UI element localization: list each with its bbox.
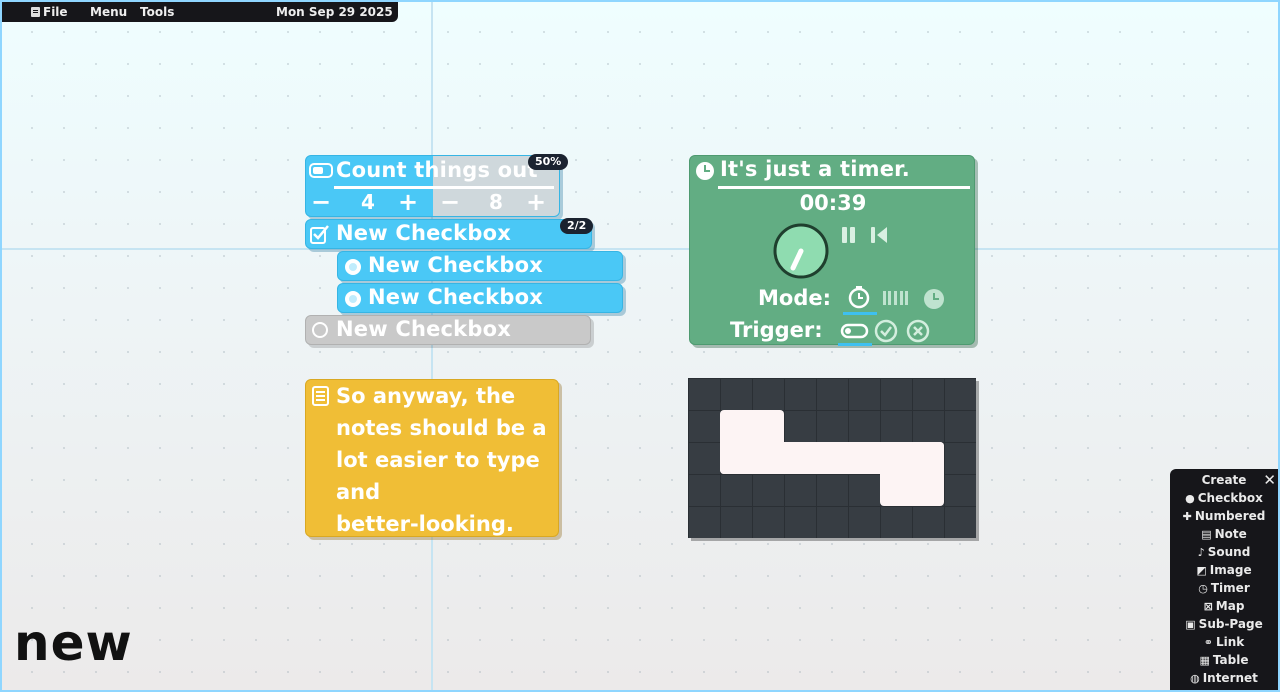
- page-name: new: [14, 614, 133, 672]
- file-menu-label: File: [43, 5, 68, 19]
- file-menu[interactable]: File: [31, 5, 68, 19]
- counter-controls: − 4 + − 8 +: [306, 188, 559, 216]
- left-increment-button[interactable]: +: [398, 188, 418, 216]
- progress-badge: 50%: [528, 154, 569, 170]
- timer-underline: [718, 186, 970, 189]
- mode-selected-indicator: [843, 312, 877, 315]
- origin-axis-horizontal: [0, 248, 1280, 250]
- left-decrement-button[interactable]: −: [311, 188, 331, 216]
- checkbox-item[interactable]: New Checkbox: [337, 283, 623, 313]
- stopwatch-mode-icon[interactable]: [847, 285, 871, 309]
- create-map-item[interactable]: ⊠ Map: [1170, 599, 1278, 614]
- counter-card[interactable]: Count things out − 4 + − 8 +: [305, 155, 560, 217]
- create-item-label: Checkbox: [1197, 491, 1263, 505]
- image-icon: ◩: [1196, 564, 1207, 577]
- right-decrement-button[interactable]: −: [440, 188, 460, 216]
- date-display: Mon Sep 29 2025: [276, 5, 393, 19]
- interval-mode-icon[interactable]: [882, 289, 912, 307]
- checked-circle-icon[interactable]: [345, 259, 361, 275]
- create-image-item[interactable]: ◩ Image: [1170, 563, 1278, 578]
- plus-icon: ✚: [1182, 510, 1192, 523]
- create-panel: Create ✕ ● Checkbox ✚ Numbered ▤ Note ♪ Soun…: [1170, 469, 1280, 692]
- timer-time-display: 00:39: [799, 191, 867, 215]
- link-icon: ⚭: [1203, 636, 1213, 649]
- map-tile: [880, 442, 944, 506]
- note-icon: ▤: [1201, 528, 1212, 541]
- pause-icon[interactable]: [840, 226, 858, 244]
- counter-title[interactable]: Count things out: [336, 158, 538, 182]
- create-link-item[interactable]: ⚭ Link: [1170, 635, 1278, 650]
- note-line: So anyway, the: [336, 384, 516, 408]
- create-subpage-item[interactable]: ▣ Sub-Page: [1170, 617, 1278, 632]
- timer-title[interactable]: It's just a timer.: [720, 157, 910, 181]
- checkbox-unchecked[interactable]: New Checkbox: [305, 315, 591, 345]
- create-table-item[interactable]: ▦ Table: [1170, 653, 1278, 668]
- create-item-label: Internet: [1202, 671, 1258, 685]
- clock-mode-icon[interactable]: [922, 287, 946, 311]
- trigger-selected-indicator: [838, 343, 872, 346]
- mode-label: Mode:: [758, 286, 831, 310]
- create-item-label: Note: [1214, 527, 1247, 541]
- checkbox-item-label[interactable]: New Checkbox: [368, 285, 543, 309]
- checkbox-count-badge: 2/2: [560, 218, 594, 234]
- create-item-label: Link: [1215, 635, 1245, 649]
- right-increment-button[interactable]: +: [526, 188, 546, 216]
- reset-icon[interactable]: [870, 226, 890, 244]
- create-sound-item[interactable]: ♪ Sound: [1170, 545, 1278, 560]
- map-icon: ⊠: [1203, 600, 1213, 613]
- music-note-icon: ♪: [1197, 546, 1205, 559]
- close-icon[interactable]: ✕: [1263, 471, 1276, 489]
- create-item-label: Timer: [1210, 581, 1250, 595]
- create-panel-title: Create: [1201, 473, 1247, 487]
- note-line: better-looking.: [336, 512, 514, 536]
- counter-icon: [309, 163, 333, 178]
- note-line: and: [336, 480, 381, 504]
- note-card[interactable]: So anyway, the notes should be a lot eas…: [305, 379, 559, 537]
- create-item-label: Numbered: [1194, 509, 1266, 523]
- note-line: lot easier to type: [336, 448, 540, 472]
- subpage-icon: ▣: [1185, 618, 1196, 631]
- create-numbered-item[interactable]: ✚ Numbered: [1170, 509, 1278, 524]
- note-icon: [312, 386, 329, 406]
- trigger-label: Trigger:: [730, 318, 823, 342]
- checkbox-item-label[interactable]: New Checkbox: [368, 253, 543, 277]
- origin-axis-vertical: [431, 0, 433, 692]
- map-card[interactable]: [688, 378, 976, 538]
- top-menubar: File Menu Tools Mon Sep 29 2025: [2, 2, 398, 22]
- create-item-label: Table: [1212, 653, 1249, 667]
- right-count-value: 8: [489, 190, 503, 214]
- create-internet-item[interactable]: ◍ Internet: [1170, 671, 1278, 686]
- checkbox-unchecked-label[interactable]: New Checkbox: [336, 317, 511, 341]
- checklist-icon: [310, 225, 329, 244]
- checkbox-item[interactable]: New Checkbox: [337, 251, 623, 281]
- timer-dial-knob[interactable]: [772, 222, 830, 280]
- cancel-trigger-icon[interactable]: [906, 319, 930, 343]
- unchecked-circle-icon[interactable]: [312, 322, 328, 338]
- create-note-item[interactable]: ▤ Note: [1170, 527, 1278, 542]
- file-icon: [31, 7, 40, 17]
- left-count-value: 4: [361, 190, 375, 214]
- create-item-label: Sound: [1207, 545, 1251, 559]
- note-line: notes should be a: [336, 416, 547, 440]
- tools-menu[interactable]: Tools: [140, 5, 174, 19]
- note-text[interactable]: So anyway, the notes should be a lot eas…: [336, 380, 547, 540]
- table-icon: ▦: [1199, 654, 1210, 667]
- globe-icon: ◍: [1190, 672, 1200, 685]
- create-item-label: Map: [1215, 599, 1245, 613]
- clock-icon: ◷: [1198, 582, 1208, 595]
- checked-circle-icon[interactable]: [345, 291, 361, 307]
- circle-icon: ●: [1185, 492, 1195, 505]
- menu-menu[interactable]: Menu: [90, 5, 127, 19]
- canvas-background: [0, 0, 1280, 692]
- check-trigger-icon[interactable]: [874, 319, 898, 343]
- create-item-label: Sub-Page: [1198, 617, 1263, 631]
- clock-icon: [696, 162, 714, 180]
- timer-card[interactable]: It's just a timer. 00:39 Mode: Trigger:: [689, 155, 975, 346]
- checkbox-group-title[interactable]: New Checkbox: [336, 221, 511, 245]
- create-item-label: Image: [1209, 563, 1252, 577]
- toggle-trigger-icon[interactable]: [840, 322, 870, 340]
- create-checkbox-item[interactable]: ● Checkbox: [1170, 491, 1278, 506]
- create-timer-item[interactable]: ◷ Timer: [1170, 581, 1278, 596]
- checkbox-group-parent[interactable]: New Checkbox: [305, 219, 592, 249]
